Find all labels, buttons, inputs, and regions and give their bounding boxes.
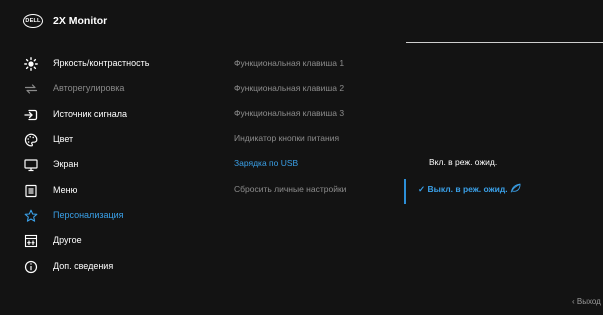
option-label: Выкл. в реж. ожид. (427, 184, 508, 194)
osd-header: DELL 2X Monitor (0, 0, 603, 43)
auto-adjust-icon (24, 82, 38, 96)
submenu-function-key-2[interactable]: Функциональная клавиша 2 (234, 83, 344, 93)
submenu-function-key-1[interactable]: Функциональная клавиша 1 (234, 58, 344, 68)
menu-label: Цвет (53, 134, 74, 144)
exit-label: Выход (576, 297, 601, 306)
menu-icon (24, 184, 38, 198)
input-source-icon (24, 108, 38, 122)
other-icon (24, 234, 38, 248)
menu-item-input-source[interactable]: Источник сигнала (0, 102, 215, 127)
brightness-icon (24, 57, 38, 71)
header-divider (406, 42, 603, 43)
menu-label: Авторегулировка (53, 83, 125, 93)
option-off-in-standby[interactable]: ✓ Выкл. в реж. ожид. (418, 183, 521, 195)
menu-item-info[interactable]: Доп. сведения (0, 254, 215, 279)
menu-item-menu[interactable]: Меню (0, 178, 215, 203)
check-icon: ✓ (418, 184, 426, 194)
menu-label: Меню (53, 185, 78, 195)
submenu-usb-charging[interactable]: Зарядка по USB (234, 158, 298, 168)
monitor-title: 2X Monitor (53, 15, 108, 27)
menu-label: Другое (53, 235, 82, 245)
submenu-reset-personalization[interactable]: Сбросить личные настройки (234, 184, 346, 194)
submenu-function-key-3[interactable]: Функциональная клавиша 3 (234, 108, 344, 118)
option-on-in-standby[interactable]: Вкл. в реж. ожид. (429, 157, 497, 167)
menu-item-personalize[interactable]: Персонализация (0, 203, 215, 228)
menu-item-color[interactable]: Цвет (0, 127, 215, 152)
menu-item-other[interactable]: Другое (0, 228, 215, 253)
menu-label: Источник сигнала (53, 109, 127, 119)
star-icon (24, 209, 38, 223)
submenu-power-led[interactable]: Индикатор кнопки питания (234, 133, 339, 143)
palette-icon (24, 133, 38, 147)
monitor-osd: DELL 2X Monitor Яркость/контрастность Ав… (0, 0, 603, 315)
menu-label: Доп. сведения (53, 261, 114, 271)
menu-item-brightness[interactable]: Яркость/контрастность (0, 51, 215, 76)
info-icon (24, 260, 38, 274)
selection-indicator (404, 179, 406, 204)
menu-label: Персонализация (53, 210, 124, 220)
menu-item-auto-adjust[interactable]: Авторегулировка (0, 76, 215, 101)
menu-label: Экран (53, 159, 79, 169)
display-icon (24, 158, 38, 172)
menu-label: Яркость/контрастность (53, 58, 150, 68)
leaf-icon (510, 183, 521, 194)
dell-logo: DELL (23, 14, 43, 28)
exit-button[interactable]: ‹ Выход (572, 297, 601, 306)
menu-item-display[interactable]: Экран (0, 152, 215, 177)
